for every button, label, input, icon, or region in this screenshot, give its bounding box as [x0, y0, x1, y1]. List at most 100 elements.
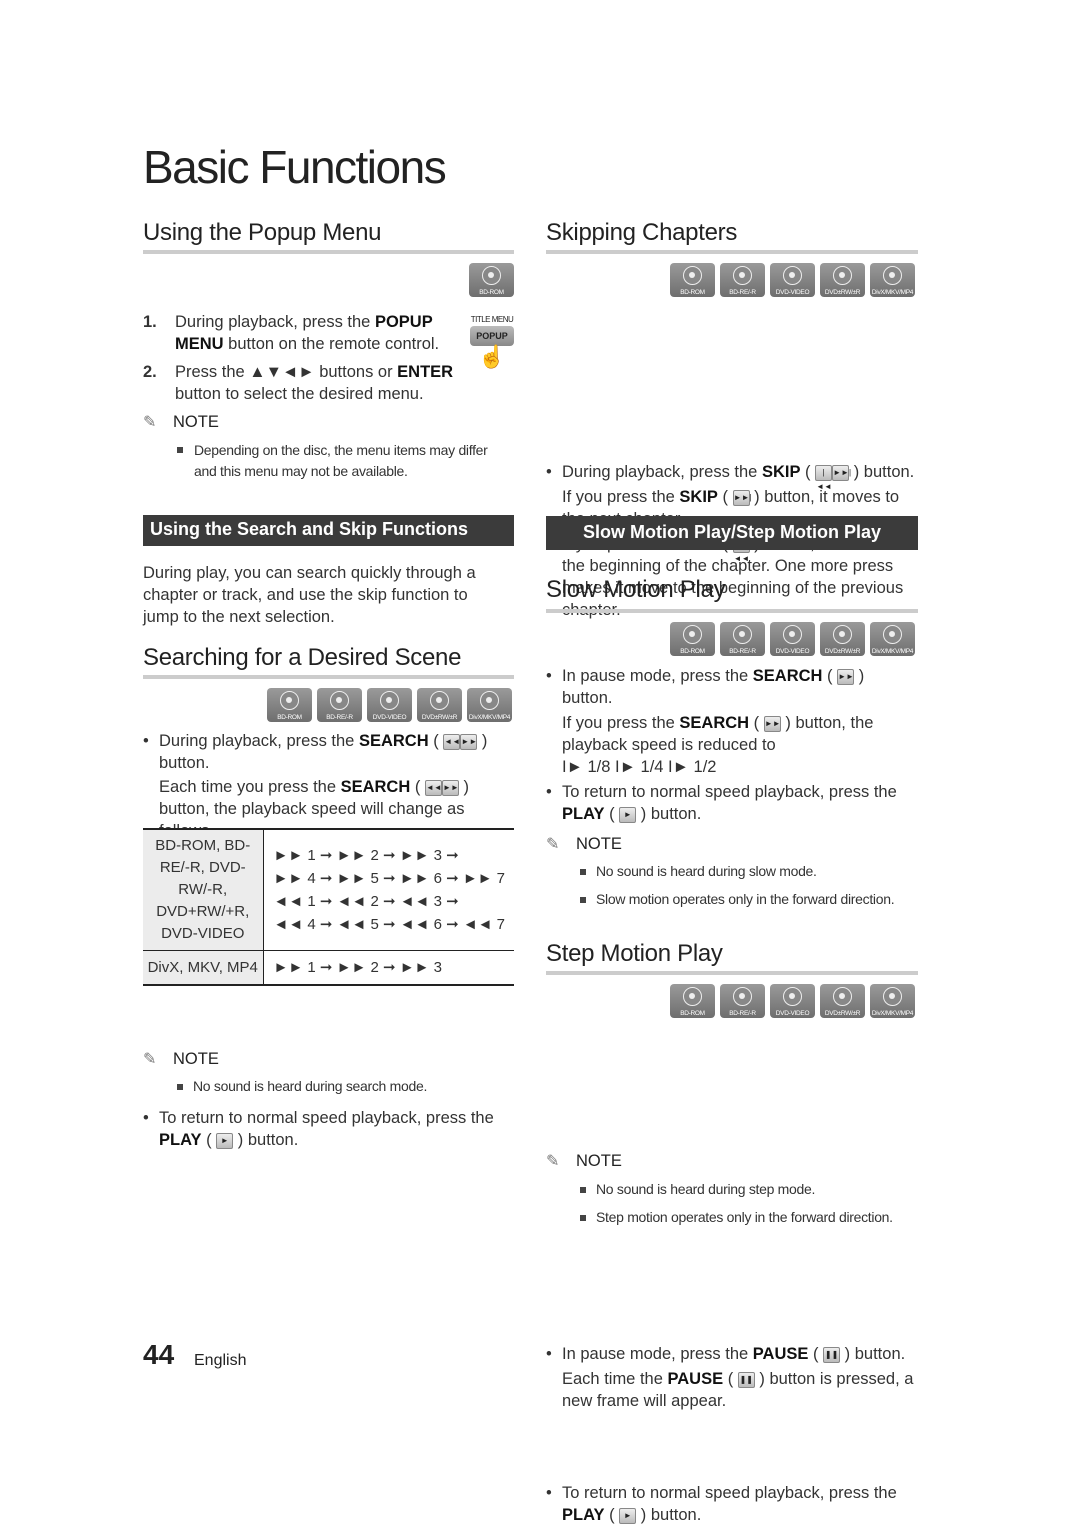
note-item: No sound is heard during slow mode. — [546, 861, 918, 882]
disc-icon: BD-ROM — [469, 263, 514, 297]
note-heading: ✎ NOTE — [546, 1152, 622, 1170]
pencil-icon: ✎ — [143, 414, 157, 431]
note-heading: ✎ NOTE — [143, 413, 219, 431]
remote-popup-icon: TITLE MENU POPUP ☝ — [470, 315, 514, 369]
note-item: No sound is heard during step mode. — [580, 1179, 815, 1200]
slow-section: Slow Motion Play BD-ROM BD-RE/-R DVD-VIDEO… — [546, 576, 918, 910]
popup-step-2: 2. Press the ▲▼◄► buttons or ENTER butto… — [143, 363, 454, 403]
disc-icon: BD-ROM — [670, 622, 715, 656]
pause-icon: ❚❚ — [737, 1371, 755, 1388]
disc-icon: BD-ROM — [670, 263, 715, 297]
disc-label: DVD-VIDEO — [775, 648, 810, 655]
disc-label: DivX/MKV/MP4 — [468, 714, 511, 721]
disc-icon: DVD±RW/±R — [820, 984, 865, 1018]
popup-heading: Using the Popup Menu — [143, 219, 382, 246]
disc-label: DVD-VIDEO — [775, 1010, 810, 1017]
disc-label: DVD±RW/±R — [421, 714, 458, 721]
skip-heading: Skipping Chapters — [546, 219, 738, 246]
disc-icon: DivX/MKV/MP4 — [870, 622, 915, 656]
page-title: Basic Functions — [143, 141, 447, 193]
section-band: Slow Motion Play/Step Motion Play — [546, 516, 918, 550]
skip-back-icon: |◄◄ — [815, 464, 833, 491]
divider — [546, 250, 918, 254]
disc-label: BD-RE/-R — [729, 289, 756, 296]
divider — [143, 675, 514, 679]
step-bullet-1: In pause mode, press the PAUSE ( ❚❚ ) bu… — [546, 1343, 918, 1412]
language-label: English — [194, 1352, 247, 1369]
disc-icon: BD-ROM — [670, 984, 715, 1018]
fast-forward-icon: ►► — [441, 779, 459, 796]
disc-icon: DVD-VIDEO — [367, 688, 412, 722]
disc-label: BD-ROM — [680, 648, 705, 655]
disc-icon: DivX/MKV/MP4 — [467, 688, 512, 722]
step-bullet-2: To return to normal speed playback, pres… — [546, 1482, 918, 1526]
disc-icon: DivX/MKV/MP4 — [870, 263, 915, 297]
disc-label: BD-RE/-R — [729, 1010, 756, 1017]
disc-badges: BD-ROM BD-RE/-R DVD-VIDEO DVD±RW/±R DivX/MKV… — [546, 622, 918, 656]
disc-icon: BD-RE/-R — [720, 263, 765, 297]
disc-label: DivX/MKV/MP4 — [871, 648, 914, 655]
disc-icon: BD-RE/-R — [317, 688, 362, 722]
search-speed-table: BD-ROM, BD-RE/-R, DVD-RW/-R, DVD+RW/+R, … — [143, 828, 514, 986]
disc-icon: BD-RE/-R — [720, 622, 765, 656]
popup-step-1: 1. During playback, press the POPUP MENU… — [143, 313, 440, 353]
search-heading: Searching for a Desired Scene — [143, 644, 462, 671]
pause-icon: ❚❚ — [823, 1346, 841, 1363]
disc-badges: BD-ROM BD-RE/-R DVD-VIDEO DVD±RW/±R DivX/MKV… — [670, 263, 915, 297]
disc-label: DVD±RW/±R — [824, 289, 861, 296]
disc-label: BD-ROM — [680, 1010, 705, 1017]
slow-heading: Slow Motion Play — [546, 576, 726, 603]
disc-label: DVD-VIDEO — [775, 289, 810, 296]
disc-label: BD-ROM — [680, 289, 705, 296]
disc-label: BD-RE/-R — [729, 648, 756, 655]
disc-icon: BD-ROM — [267, 688, 312, 722]
play-icon: ► — [619, 1507, 637, 1524]
disc-label: BD-ROM — [277, 714, 302, 721]
fast-forward-icon: ►► — [837, 668, 855, 685]
disc-label: DivX/MKV/MP4 — [871, 289, 914, 296]
pencil-icon: ✎ — [143, 1051, 157, 1068]
skip-forward-icon: ►►| — [732, 489, 752, 506]
section-band: Using the Search and Skip Functions — [143, 515, 514, 546]
disc-badges: BD-ROM — [469, 263, 514, 297]
slow-bullet-1: In pause mode, press the SEARCH ( ►► ) b… — [546, 665, 918, 778]
divider — [546, 609, 918, 613]
disc-label: BD-RE/-R — [326, 714, 353, 721]
fast-forward-icon: ►► — [460, 733, 478, 750]
intro-text: During play, you can search quickly thro… — [143, 564, 476, 626]
divider — [143, 250, 514, 254]
disc-label: DivX/MKV/MP4 — [871, 1010, 914, 1017]
disc-icon: DivX/MKV/MP4 — [870, 984, 915, 1018]
disc-badges: BD-ROM BD-RE/-R DVD-VIDEO DVD±RW/±R DivX/MKV… — [267, 688, 512, 722]
search-label: SEARCH — [752, 667, 823, 685]
pencil-icon: ✎ — [546, 1153, 560, 1170]
divider — [546, 971, 918, 975]
rewind-icon: ◄◄ — [424, 779, 442, 796]
disc-icon: DVD±RW/±R — [820, 622, 865, 656]
search-bullet-1: During playback, press the SEARCH ( ◄◄►►… — [143, 730, 514, 842]
disc-icon: BD-RE/-R — [720, 984, 765, 1018]
search-bullet-2: To return to normal speed playback, pres… — [143, 1107, 514, 1151]
fast-forward-icon: ►► — [763, 715, 781, 732]
note-item: No sound is heard during search mode. — [177, 1076, 427, 1097]
play-icon: ► — [619, 806, 637, 823]
disc-label: DVD±RW/±R — [824, 1010, 861, 1017]
slow-bullet-2: To return to normal speed playback, pres… — [546, 781, 918, 825]
note-heading: ✎ NOTE — [546, 835, 622, 853]
step-heading: Step Motion Play — [546, 940, 723, 967]
disc-label: DVD±RW/±R — [824, 648, 861, 655]
note-item: Depending on the disc, the menu items ma… — [177, 440, 507, 482]
disc-icon: DVD±RW/±R — [417, 688, 462, 722]
disc-badges: BD-ROM BD-RE/-R DVD-VIDEO DVD±RW/±R DivX/MKV… — [670, 984, 915, 1018]
note-item: Step motion operates only in the forward… — [580, 1207, 893, 1228]
disc-icon: DVD-VIDEO — [770, 984, 815, 1018]
page-number: 44 — [143, 1339, 175, 1370]
pencil-icon: ✎ — [546, 836, 560, 853]
note-item: Slow motion operates only in the forward… — [546, 889, 918, 910]
disc-icon: DVD-VIDEO — [770, 263, 815, 297]
rewind-icon: ◄◄ — [443, 733, 461, 750]
play-icon: ► — [216, 1132, 234, 1149]
note-heading: ✎ NOTE — [143, 1050, 219, 1068]
disc-icon: DVD-VIDEO — [770, 622, 815, 656]
disc-icon: DVD±RW/±R — [820, 263, 865, 297]
